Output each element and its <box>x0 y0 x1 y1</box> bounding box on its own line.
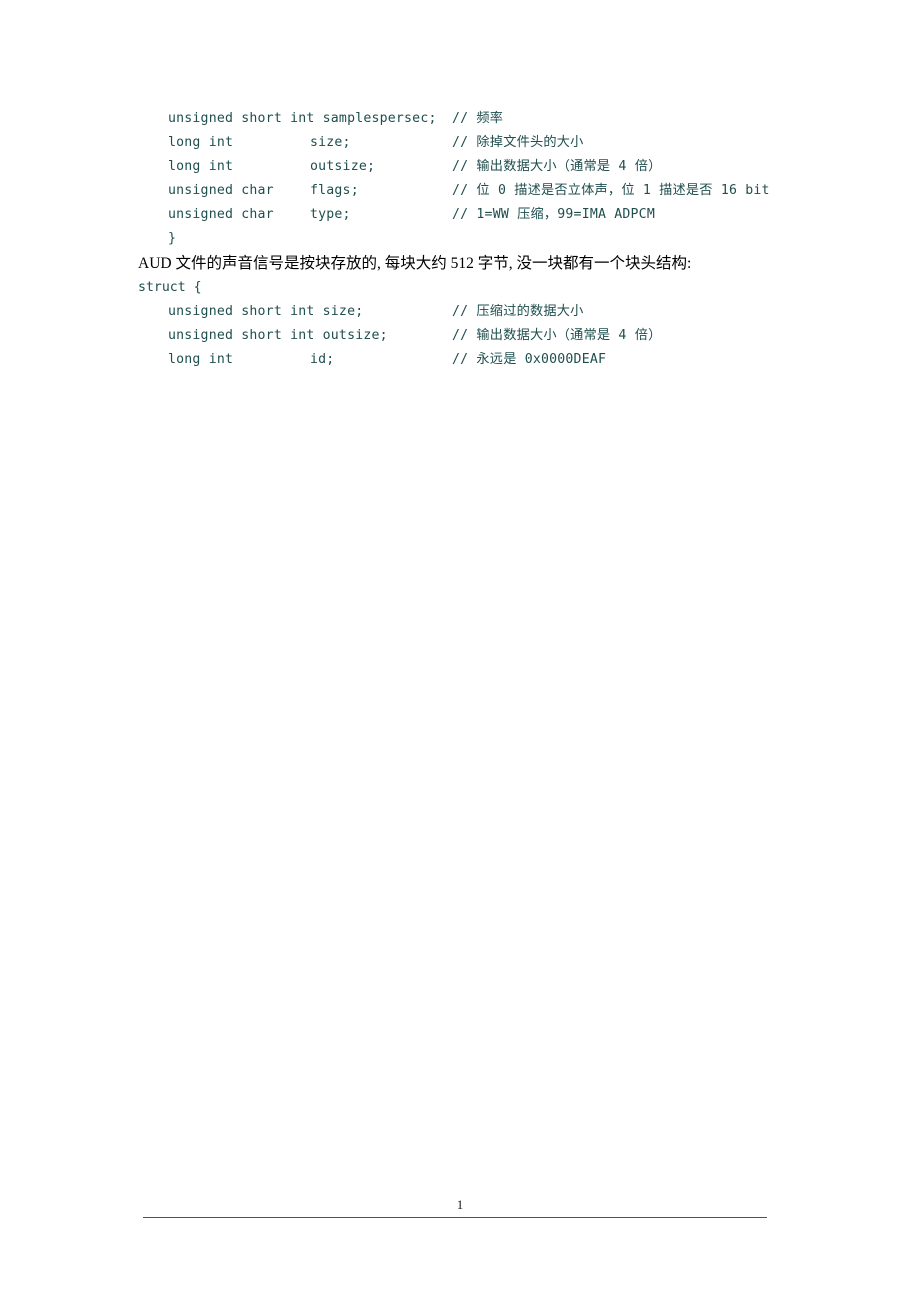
code-comment: // 1=WW 压缩，99=IMA ADPCM <box>452 207 655 222</box>
code-line: unsigned char flags; // 位 0 描述是否立体声，位 1 … <box>138 179 838 203</box>
code-line: unsigned short int outsize; // 输出数据大小（通常… <box>138 324 838 348</box>
code-comment: // 输出数据大小（通常是 4 倍） <box>452 328 662 343</box>
code-line: unsigned short int samplespersec; // 频率 <box>138 107 838 131</box>
code-declaration: unsigned short int outsize; <box>168 328 388 343</box>
code-type: long int <box>168 352 234 367</box>
code-comment: // 输出数据大小（通常是 4 倍） <box>452 159 662 174</box>
code-comment: // 位 0 描述是否立体声，位 1 描述是否 16 bit <box>452 183 770 198</box>
code-struct-opening: struct { <box>138 280 202 295</box>
page-footer: 1 <box>0 1196 920 1236</box>
code-identifier: flags; <box>310 183 359 198</box>
document-page: unsigned short int samplespersec; // 频率 … <box>0 0 920 1302</box>
code-line: unsigned char type; // 1=WW 压缩，99=IMA AD… <box>138 203 838 227</box>
code-comment: // 永远是 0x0000DEAF <box>452 352 607 367</box>
code-type: unsigned char <box>168 207 274 222</box>
code-line: long int size; // 除掉文件头的大小 <box>138 131 838 155</box>
code-comment: // 除掉文件头的大小 <box>452 135 584 150</box>
code-identifier: size; <box>310 135 351 150</box>
code-declaration: unsigned short int samplespersec; <box>168 111 437 126</box>
code-line: long int id; // 永远是 0x0000DEAF <box>138 348 838 372</box>
code-line: unsigned short int size; // 压缩过的数据大小 <box>138 300 838 324</box>
code-identifier: type; <box>310 207 351 222</box>
code-type: long int <box>168 159 234 174</box>
code-struct-opening-line: struct { <box>138 276 838 300</box>
document-content: unsigned short int samplespersec; // 频率 … <box>138 107 838 372</box>
code-type: long int <box>168 135 234 150</box>
footer-divider <box>143 1217 767 1218</box>
code-identifier: outsize; <box>310 159 376 174</box>
code-line: long int outsize; // 输出数据大小（通常是 4 倍） <box>138 155 838 179</box>
page-number: 1 <box>456 1198 464 1212</box>
code-closing-brace: } <box>168 231 176 246</box>
code-comment: // 频率 <box>452 111 504 126</box>
code-comment: // 压缩过的数据大小 <box>452 304 584 319</box>
paragraph-text: AUD 文件的声音信号是按块存放的, 每块大约 512 字节, 没一块都有一个块… <box>138 255 692 272</box>
code-closing-brace-line: } <box>138 227 838 251</box>
code-type: unsigned char <box>168 183 274 198</box>
code-identifier: id; <box>310 352 335 367</box>
code-declaration: unsigned short int size; <box>168 304 364 319</box>
